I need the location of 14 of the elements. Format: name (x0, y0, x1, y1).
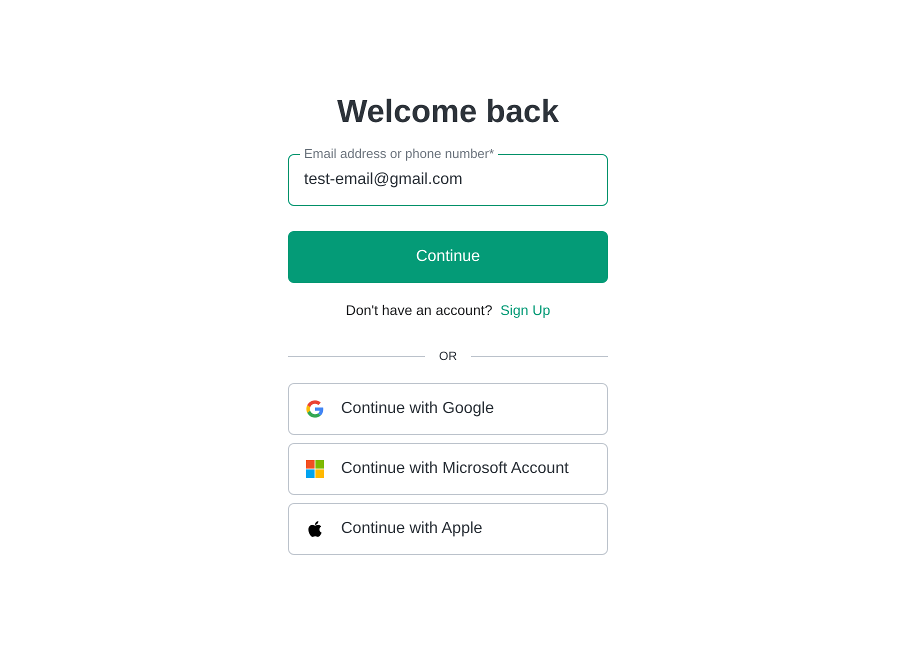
divider-label: OR (439, 348, 457, 364)
microsoft-icon (306, 460, 324, 478)
social-login-button[interactable]: Continue with Apple (288, 503, 608, 555)
signup-prompt: Don't have an account? (346, 301, 492, 320)
email-field[interactable]: Email address or phone number* test-email@gmail.com (288, 146, 608, 206)
email-input[interactable]: test-email@gmail.com (300, 162, 596, 198)
apple-icon (306, 520, 324, 538)
sign-up-link[interactable]: Sign Up (500, 300, 550, 320)
email-field-label: Email address or phone number* (303, 146, 496, 162)
continue-button[interactable]: Continue (288, 231, 608, 283)
social-login-button[interactable]: Continue with Google (288, 383, 608, 435)
page-title: Welcome back (336, 92, 560, 131)
google-icon (306, 400, 324, 418)
social-login-button[interactable]: Continue with Microsoft Account (288, 443, 608, 495)
